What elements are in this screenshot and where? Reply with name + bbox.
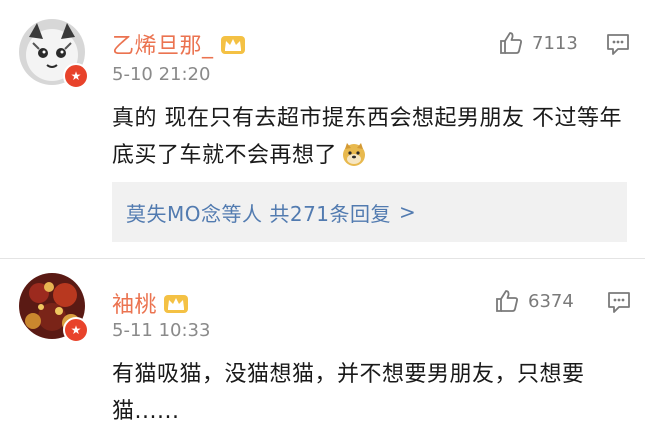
comment-item: ★ 乙烯旦那_ 5-10 21:20 7113 真的 现在只有去超市提东西会想起… bbox=[0, 0, 645, 255]
like-button[interactable]: 7113 bbox=[498, 30, 578, 56]
username[interactable]: 乙烯旦那_ bbox=[112, 28, 214, 60]
like-count: 6374 bbox=[528, 290, 574, 312]
comment-feed: ★ 乙烯旦那_ 5-10 21:20 7113 真的 现在只有去超市提东西会想起… bbox=[0, 0, 645, 431]
comment-icon[interactable] bbox=[605, 31, 631, 57]
username-row: 乙烯旦那_ bbox=[112, 28, 246, 60]
like-button[interactable]: 6374 bbox=[494, 288, 574, 314]
username-row: 袖桃 bbox=[112, 287, 189, 319]
comment-text: 真的 现在只有去超市提东西会想起男朋友 不过等年底买了车就不会再想了 bbox=[112, 106, 622, 168]
thumbs-up-icon bbox=[500, 32, 522, 54]
thumbs-up-icon bbox=[496, 290, 518, 312]
reply-summary[interactable]: 莫失MO念等人 共271条回复 > bbox=[112, 182, 627, 242]
chevron-right-icon: > bbox=[399, 200, 417, 224]
like-count: 7113 bbox=[532, 32, 578, 54]
comment-text: 有猫吸猫，没猫想猫，并不想要男朋友，只想要猫...... bbox=[112, 362, 585, 424]
username[interactable]: 袖桃 bbox=[112, 287, 157, 319]
reply-count[interactable]: 共271条回复 bbox=[269, 198, 391, 227]
crown-icon bbox=[164, 295, 189, 313]
doge-emoji-icon bbox=[343, 143, 366, 166]
comment-item: ★ 袖桃 5-11 10:33 6374 有猫吸猫，没猫想猫，并不想要男朋友，只… bbox=[0, 260, 645, 431]
avatar-container[interactable]: ★ bbox=[17, 17, 89, 89]
crown-icon bbox=[220, 36, 245, 54]
comment-icon[interactable] bbox=[606, 289, 632, 315]
timestamp: 5-10 21:20 bbox=[112, 64, 211, 85]
reply-authors[interactable]: 莫失MO念等人 bbox=[126, 198, 263, 227]
avatar-container[interactable]: ★ bbox=[17, 271, 89, 343]
divider bbox=[0, 258, 645, 259]
vip-badge-icon: ★ bbox=[63, 317, 89, 343]
vip-badge-icon: ★ bbox=[63, 63, 89, 89]
timestamp: 5-11 10:33 bbox=[112, 320, 211, 341]
